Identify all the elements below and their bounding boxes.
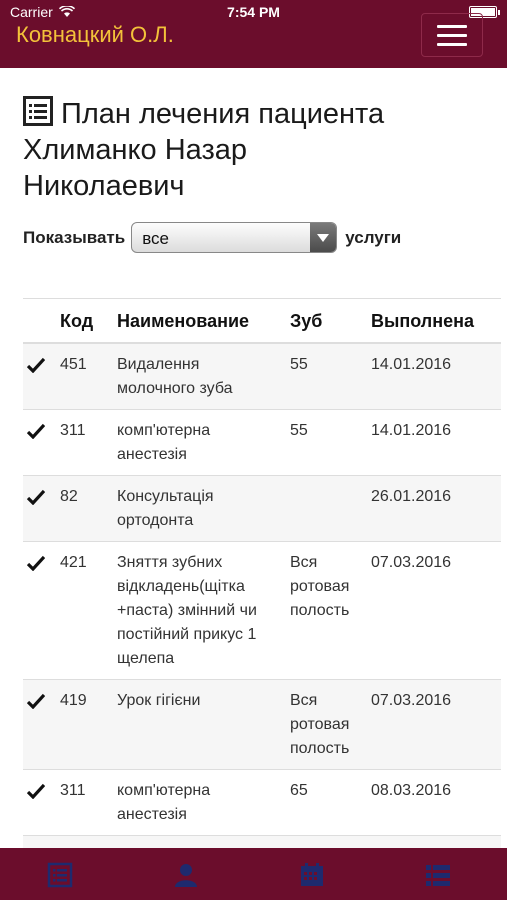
cell-name: комп'ютерна анестезія xyxy=(113,409,286,476)
cell-code: 421 xyxy=(56,541,113,680)
list-tab-icon xyxy=(47,862,73,888)
column-header-code: Код xyxy=(56,298,113,344)
bottom-tab-bar xyxy=(0,848,507,900)
cell-tooth: 65 xyxy=(286,769,367,836)
cell-tooth xyxy=(286,475,367,542)
cell-code: 311 xyxy=(56,409,113,476)
column-header-name: Наименование xyxy=(113,298,286,344)
table-row[interactable]: 419 Урок гігієни Вся ротовая полость 07.03… xyxy=(23,679,501,770)
cell-name: Зняття зубних відкладень(щітка +паста) змі… xyxy=(113,541,286,680)
filter-label-before: Показывать xyxy=(23,227,126,247)
checkmark-icon xyxy=(27,423,45,439)
app-title: Ковнацкий О.Л. xyxy=(16,22,174,47)
checkmark-icon xyxy=(27,693,45,709)
filter-label-after: услуги xyxy=(345,227,402,247)
tab-patient[interactable] xyxy=(173,862,199,888)
table-row[interactable]: 451 Видалення молочного зуба 55 14.01.201… xyxy=(23,343,501,410)
column-header-tooth: Зуб xyxy=(286,298,367,344)
main-content: План лечения пациента Хлиманко Назар Ник… xyxy=(23,96,501,253)
table-header-row: Код Наименование Зуб Выполнена xyxy=(23,298,501,344)
page-title-line2: Хлиманко Назар xyxy=(23,134,248,166)
column-header-check xyxy=(23,298,56,344)
chevron-down-icon xyxy=(310,223,337,252)
checkmark-icon xyxy=(27,783,45,799)
cell-date: 26.01.2016 xyxy=(367,475,501,542)
table-row[interactable]: 311 комп'ютерна анестезія 65 08.03.2016 xyxy=(23,769,501,836)
cell-date: 07.03.2016 xyxy=(367,679,501,770)
services-filter-select[interactable]: все xyxy=(131,222,338,253)
cell-tooth: Вся ротовая полость xyxy=(286,541,367,680)
cell-tooth: 55 xyxy=(286,343,367,410)
cell-date: 14.01.2016 xyxy=(367,343,501,410)
services-filter: Показывать все услуги xyxy=(23,222,501,253)
user-tab-icon xyxy=(175,864,197,887)
cell-code: 419 xyxy=(56,679,113,770)
cell-name: комп'ютерна анестезія xyxy=(113,769,286,836)
treatment-plan-table: Код Наименование Зуб Выполнена 451 Видал… xyxy=(23,298,501,878)
table-row[interactable]: 82 Консультація ортодонта 26.01.2016 xyxy=(23,475,501,542)
column-header-completed: Выполнена xyxy=(367,298,501,344)
hamburger-menu-button[interactable] xyxy=(421,13,483,57)
cell-tooth: 55 xyxy=(286,409,367,476)
tab-services[interactable] xyxy=(425,862,451,888)
top-navigation-bar: Carrier 7:54 PM Ковнацкий О.Л. xyxy=(0,0,507,68)
list-document-icon xyxy=(23,96,53,126)
table-row[interactable]: 311 комп'ютерна анестезія 55 14.01.2016 xyxy=(23,409,501,476)
tab-plan-list[interactable] xyxy=(47,862,73,888)
menu-list-tab-icon xyxy=(426,865,450,886)
checkmark-icon xyxy=(27,555,45,571)
table-row[interactable]: 421 Зняття зубних відкладень(щітка +паста)… xyxy=(23,541,501,680)
page-title-line3: Николаевич xyxy=(23,170,185,202)
cell-date: 14.01.2016 xyxy=(367,409,501,476)
tab-calendar[interactable] xyxy=(299,862,325,888)
cell-code: 311 xyxy=(56,769,113,836)
calendar-tab-icon xyxy=(301,863,323,886)
cell-code: 451 xyxy=(56,343,113,410)
cell-tooth: Вся ротовая полость xyxy=(286,679,367,770)
cell-name: Урок гігієни xyxy=(113,679,286,770)
cell-code: 82 xyxy=(56,475,113,542)
checkmark-icon xyxy=(27,357,45,373)
page-title-line1: План лечения пациента xyxy=(61,98,385,130)
cell-name: Видалення молочного зуба xyxy=(113,343,286,410)
cell-date: 08.03.2016 xyxy=(367,769,501,836)
checkmark-icon xyxy=(27,489,45,505)
cell-name: Консультація ортодонта xyxy=(113,475,286,542)
cell-date: 07.03.2016 xyxy=(367,541,501,680)
filter-selected-value: все xyxy=(142,229,169,248)
hamburger-icon xyxy=(437,24,467,28)
page-title: План лечения пациента Хлиманко Назар Ник… xyxy=(23,96,501,204)
